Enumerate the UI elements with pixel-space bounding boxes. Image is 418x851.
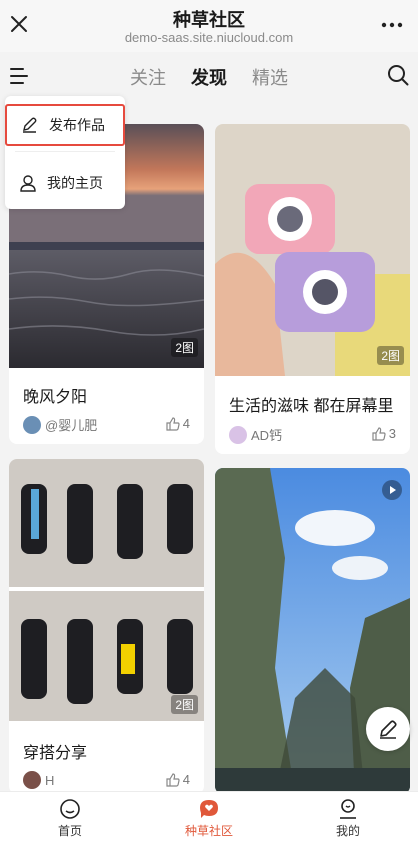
thumbs-up-icon xyxy=(166,416,180,431)
menu-item-label: 我的主页 xyxy=(47,175,103,191)
search-icon[interactable] xyxy=(387,64,409,86)
menu-item-label: 发布作品 xyxy=(49,117,105,133)
thumbs-up-icon xyxy=(166,772,180,787)
bottom-tab-bar: 首页 种草社区 我的 xyxy=(0,791,418,851)
post-author: @婴儿肥 xyxy=(23,415,97,434)
post-title: 生活的滋味 都在屏幕里 xyxy=(229,398,394,415)
image-count-badge: 2图 xyxy=(377,346,404,365)
title-bar: 种草社区 demo-saas.site.niucloud.com xyxy=(0,0,418,52)
publish-fab-button[interactable] xyxy=(366,707,410,751)
edit-icon xyxy=(380,720,397,739)
author-name: H xyxy=(45,772,55,788)
post-card[interactable]: 2图 生活的滋味 都在屏幕里 AD钙 3 xyxy=(215,124,410,454)
tab-discover[interactable]: 发现 xyxy=(191,64,227,90)
user-icon xyxy=(340,799,356,819)
home-icon xyxy=(60,799,80,819)
feed-tabs: 关注 发现 精选 xyxy=(0,64,418,90)
divider xyxy=(15,151,115,152)
bottom-tab-mine[interactable]: 我的 xyxy=(278,798,418,839)
bottom-tab-home[interactable]: 首页 xyxy=(0,798,140,839)
avatar xyxy=(23,415,41,434)
action-menu: 发布作品 我的主页 xyxy=(5,96,125,209)
play-icon[interactable] xyxy=(382,480,402,500)
page-title: 种草社区 xyxy=(173,10,245,30)
post-author: H xyxy=(23,771,54,789)
post-card[interactable]: 2图 穿搭分享 H 4 xyxy=(9,459,204,794)
nav-bar: 关注 发现 精选 xyxy=(0,52,418,100)
menu-item-my-homepage[interactable]: 我的主页 xyxy=(5,162,125,204)
like-count[interactable]: 4 xyxy=(166,416,190,431)
post-title: 穿搭分享 xyxy=(23,745,88,762)
tab-following[interactable]: 关注 xyxy=(130,64,166,90)
like-count[interactable]: 3 xyxy=(372,426,396,441)
image-count-badge: 2图 xyxy=(171,695,198,714)
like-count[interactable]: 4 xyxy=(166,772,190,787)
bottom-tab-community[interactable]: 种草社区 xyxy=(139,798,279,839)
thumbs-up-icon xyxy=(372,426,386,441)
image-count-badge: 2图 xyxy=(171,338,198,357)
tab-featured[interactable]: 精选 xyxy=(252,64,288,90)
author-name: AD钙 xyxy=(251,428,283,443)
user-icon xyxy=(20,175,36,192)
page-url: demo-saas.site.niucloud.com xyxy=(124,30,294,45)
post-title: 晚风夕阳 xyxy=(23,389,88,406)
edit-icon xyxy=(23,117,37,133)
community-icon xyxy=(200,800,218,818)
author-name: @婴儿肥 xyxy=(45,418,98,433)
more-icon[interactable] xyxy=(380,15,404,35)
avatar xyxy=(23,771,41,789)
avatar xyxy=(229,425,247,444)
post-image xyxy=(9,459,204,721)
post-author: AD钙 xyxy=(229,425,282,444)
post-image xyxy=(215,124,410,376)
menu-item-publish[interactable]: 发布作品 xyxy=(5,104,125,146)
